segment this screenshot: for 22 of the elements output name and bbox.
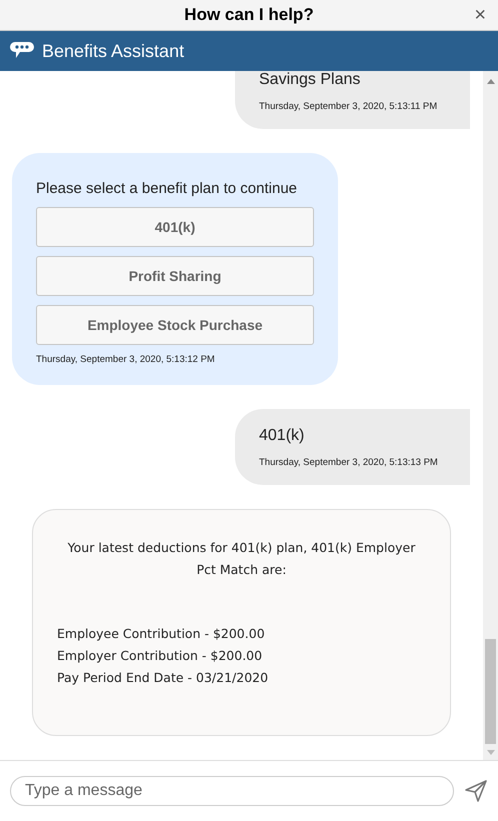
message-text: Savings Plans [259, 71, 362, 89]
message-timestamp: Thursday, September 3, 2020, 5:13:13 PM [259, 457, 439, 468]
message-text: 401(k) [259, 427, 306, 445]
plan-option-button[interactable]: Profit Sharing [36, 256, 314, 296]
scroll-down-icon[interactable] [486, 750, 494, 755]
assistant-title: Benefits Assistant [42, 40, 184, 62]
deduction-line: Pay Period End Date - 03/21/2020 [57, 669, 270, 687]
plan-option-button[interactable]: 401(k) [36, 207, 314, 247]
scroll-up-icon[interactable] [486, 79, 494, 84]
close-button[interactable]: × [474, 4, 486, 26]
plan-option-button[interactable]: Employee Stock Purchase [36, 305, 314, 345]
scrollbar[interactable] [483, 71, 498, 760]
message-timestamp: Thursday, September 3, 2020, 5:13:12 PM [36, 354, 216, 365]
window-title: How can I help? [184, 5, 314, 25]
send-icon[interactable] [464, 779, 488, 803]
message-text: Please select a benefit plan to continue [36, 180, 298, 197]
card-intro-text: Your latest deductions for 401(k) plan, 401(k) Employer Pct Match are: [66, 539, 416, 579]
message-timestamp: Thursday, September 3, 2020, 5:13:11 PM [259, 101, 438, 112]
deduction-line: Employer Contribution - $200.00 [57, 647, 264, 665]
scrollbar-thumb[interactable] [485, 639, 496, 744]
message-input[interactable]: Type a message [10, 776, 454, 806]
deduction-line: Employee Contribution - $200.00 [57, 625, 266, 643]
